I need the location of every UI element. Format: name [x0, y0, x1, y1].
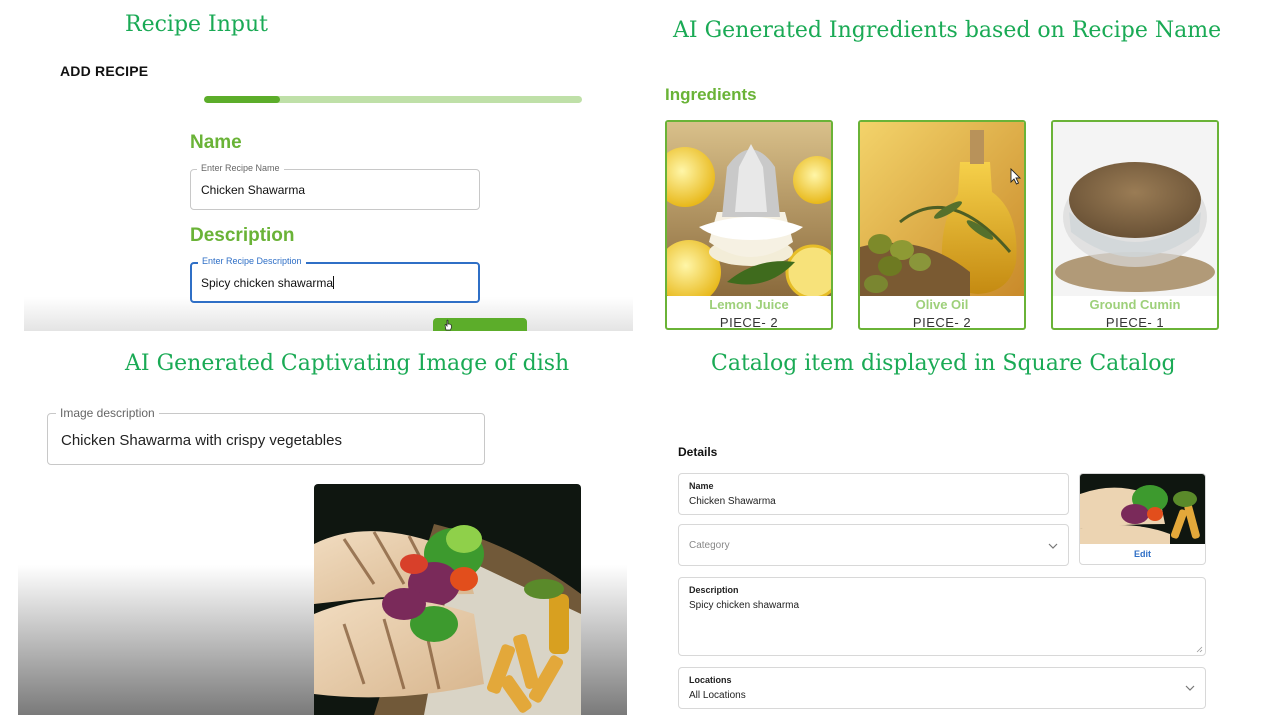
recipe-progress-bar — [204, 96, 582, 103]
description-section-label: Description — [190, 225, 295, 246]
ingredient-card[interactable]: Lemon Juice PIECE- 2 — [665, 120, 833, 330]
mouse-pointer-icon — [1010, 168, 1022, 185]
progress-fill — [204, 96, 280, 103]
recipe-input-panel: ADD RECIPE Name Enter Recipe Name Chicke… — [24, 48, 633, 331]
catalog-description-value: Spicy chicken shawarma — [689, 600, 800, 611]
caption-catalog: Catalog item displayed in Square Catalog — [711, 351, 1176, 376]
locations-label: Locations — [689, 675, 732, 685]
recipe-name-field[interactable]: Enter Recipe Name Chicken Shawarma — [190, 163, 480, 210]
caption-recipe-input: Recipe Input — [125, 12, 268, 37]
resize-handle-icon[interactable] — [1196, 646, 1203, 653]
ingredient-name: Lemon Juice — [709, 297, 789, 312]
recipe-description-field[interactable]: Enter Recipe Description Spicy chicken s… — [190, 256, 480, 303]
locations-value: All Locations — [689, 690, 746, 701]
caption-ai-image: AI Generated Captivating Image of dish — [125, 351, 570, 376]
catalog-description-field[interactable]: Description Spicy chicken shawarma — [678, 577, 1206, 656]
chevron-down-icon — [1185, 685, 1195, 691]
catalog-name-value: Chicken Shawarma — [689, 496, 776, 507]
catalog-description-label: Description — [689, 585, 739, 595]
catalog-image-box[interactable]: Edit — [1079, 473, 1206, 565]
edit-image-link[interactable]: Edit — [1080, 549, 1205, 559]
ingredient-card[interactable]: Olive Oil PIECE- 2 — [858, 120, 1026, 330]
image-description-value: Chicken Shawarma with crispy vegetables — [61, 432, 342, 449]
add-recipe-title: ADD RECIPE — [60, 63, 149, 79]
ingredient-name: Olive Oil — [915, 297, 969, 312]
catalog-name-field[interactable]: Name Chicken Shawarma — [678, 473, 1069, 515]
image-description-field[interactable]: Image description Chicken Shawarma with … — [47, 406, 485, 465]
locations-select[interactable]: Locations All Locations — [678, 667, 1206, 709]
lemon-juicer-image — [667, 122, 831, 296]
category-select[interactable]: Category — [678, 524, 1069, 566]
category-placeholder: Category — [689, 540, 730, 551]
recipe-description-value-wrap: Spicy chicken shawarma — [201, 276, 335, 290]
generated-dish-image — [314, 484, 581, 715]
cumin-bowl-image — [1053, 122, 1217, 296]
recipe-name-value: Chicken Shawarma — [201, 183, 306, 197]
caption-ai-ingredients: AI Generated Ingredients based on Recipe… — [673, 18, 1222, 43]
olive-oil-image — [860, 122, 1024, 296]
name-section-label: Name — [190, 132, 242, 153]
text-caret — [333, 276, 335, 289]
recipe-name-label: Enter Recipe Name — [197, 163, 284, 173]
image-description-label: Image description — [56, 406, 159, 420]
ingredient-name: Ground Cumin — [1089, 297, 1181, 312]
recipe-description-label: Enter Recipe Description — [198, 256, 306, 266]
ingredient-quantity: PIECE- 2 — [719, 315, 779, 330]
chevron-down-icon — [1048, 543, 1058, 549]
pointer-hand-icon — [444, 319, 452, 331]
details-title: Details — [678, 445, 718, 459]
ingredients-title: Ingredients — [665, 85, 757, 104]
catalog-dish-thumbnail — [1080, 474, 1205, 544]
ingredient-quantity: PIECE- 1 — [1105, 315, 1165, 330]
catalog-name-label: Name — [689, 481, 714, 491]
ingredient-card[interactable]: Ground Cumin PIECE- 1 — [1051, 120, 1219, 330]
ingredient-quantity: PIECE- 2 — [912, 315, 972, 330]
recipe-description-value: Spicy chicken shawarma — [201, 276, 334, 290]
